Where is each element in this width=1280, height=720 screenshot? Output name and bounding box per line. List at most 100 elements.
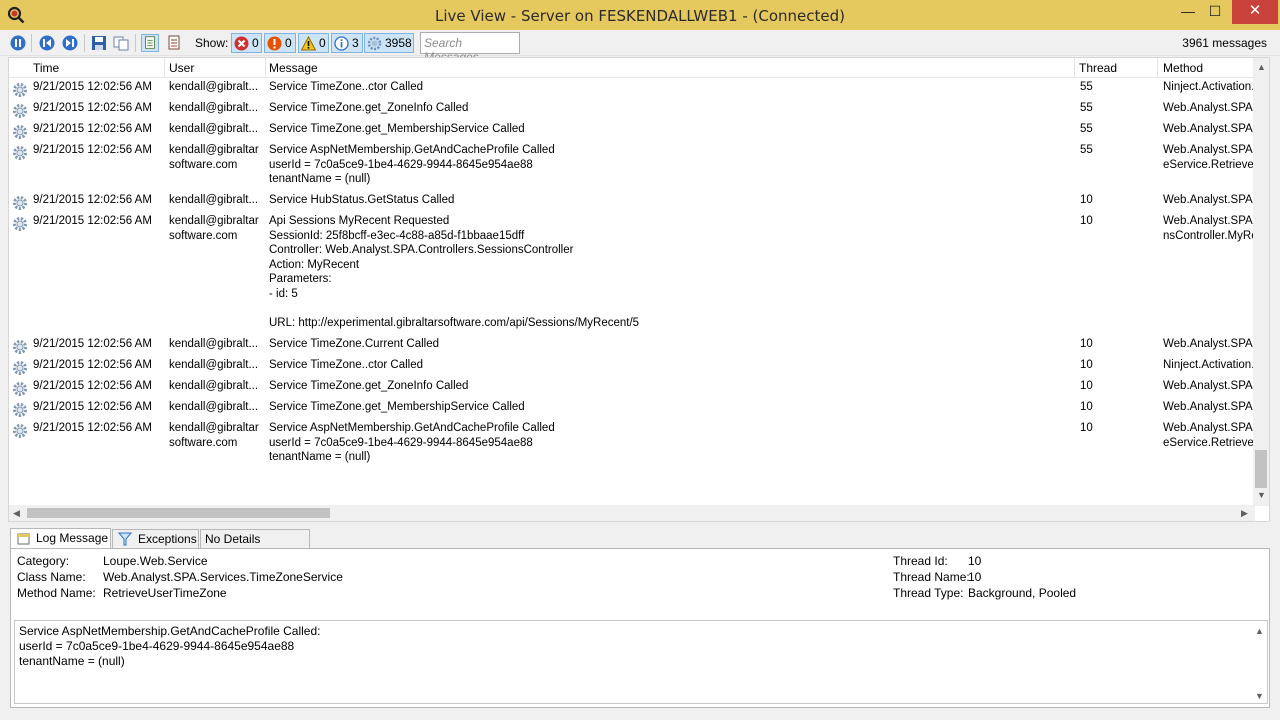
table-row[interactable]: 9/21/2015 12:02:56 AM kendall@gibraltar s… bbox=[9, 421, 1255, 469]
verbose-gear-icon bbox=[12, 82, 28, 98]
table-row[interactable]: 9/21/2015 12:02:56 AM kendall@gibralt... S… bbox=[9, 80, 1255, 99]
column-divider[interactable] bbox=[265, 58, 266, 78]
verbose-gear-icon bbox=[12, 103, 28, 119]
tab-label: Log Message bbox=[36, 531, 109, 545]
method-cell: Web.Analyst.SPA.C nsController.MyRe bbox=[1163, 215, 1255, 242]
method-cell: Web.Analyst.SPA.C bbox=[1163, 380, 1255, 392]
table-row[interactable]: 9/21/2015 12:02:56 AM kendall@gibralt... S… bbox=[9, 122, 1255, 141]
verbose-gear-icon bbox=[12, 402, 28, 418]
scroll-right-icon[interactable]: ▶ bbox=[1241, 508, 1248, 519]
column-header-method[interactable]: Method bbox=[1163, 61, 1203, 75]
filter-critical-toggle[interactable]: 0 bbox=[264, 33, 296, 53]
tab-log-message[interactable]: Log Message bbox=[10, 528, 111, 550]
pause-icon[interactable] bbox=[9, 34, 27, 52]
time-cell: 9/21/2015 12:02:56 AM bbox=[33, 359, 152, 371]
column-divider[interactable] bbox=[1157, 58, 1158, 78]
table-row[interactable]: 9/21/2015 12:02:56 AM kendall@gibraltar s… bbox=[9, 214, 1255, 334]
user-cell: kendall@gibraltar software.com bbox=[169, 422, 259, 449]
thread-cell: 55 bbox=[1080, 102, 1093, 114]
column-divider[interactable] bbox=[164, 58, 165, 78]
message-cell: Service TimeZone.get_MembershipService C… bbox=[269, 123, 525, 135]
table-row[interactable]: 9/21/2015 12:02:56 AM kendall@gibralt... S… bbox=[9, 358, 1255, 377]
verbose-count: 3958 bbox=[385, 36, 412, 50]
move-first-icon[interactable] bbox=[38, 34, 56, 52]
tab-exceptions[interactable]: Exceptions bbox=[112, 529, 199, 550]
column-header-thread[interactable]: Thread bbox=[1079, 61, 1117, 75]
column-divider[interactable] bbox=[1074, 58, 1075, 78]
thread-cell: 10 bbox=[1080, 215, 1093, 227]
tab-no-details[interactable]: No Details Available bbox=[200, 529, 310, 565]
thread-cell: 55 bbox=[1080, 81, 1093, 93]
user-cell: kendall@gibralt... bbox=[169, 338, 259, 350]
table-row[interactable]: 9/21/2015 12:02:56 AM kendall@gibralt... S… bbox=[9, 193, 1255, 212]
title-bar: Live View - Server on FESKENDALLWEB1 - (… bbox=[0, 0, 1280, 30]
table-row[interactable]: 9/21/2015 12:02:56 AM kendall@gibralt... S… bbox=[9, 379, 1255, 398]
method-cell: Web.Analyst.SPA.C bbox=[1163, 338, 1255, 350]
user-cell: kendall@gibralt... bbox=[169, 401, 259, 413]
time-cell: 9/21/2015 12:02:56 AM bbox=[33, 215, 152, 227]
column-header-time[interactable]: Time bbox=[33, 61, 59, 75]
column-header-user[interactable]: User bbox=[169, 61, 194, 75]
message-line: tenantName = (null) bbox=[19, 654, 125, 668]
message-cell: Service AspNetMembership.GetAndCacheProf… bbox=[269, 144, 555, 185]
search-input[interactable]: Search Messages bbox=[420, 32, 520, 64]
thread-cell: 55 bbox=[1080, 123, 1093, 135]
table-row[interactable]: 9/21/2015 12:02:56 AM kendall@gibralt... S… bbox=[9, 400, 1255, 419]
thread-cell: 55 bbox=[1080, 144, 1093, 156]
message-cell: Api Sessions MyRecent Requested SessionI… bbox=[269, 215, 640, 329]
toolbar-separator bbox=[84, 34, 85, 52]
message-line: userId = 7c0a5ce9-1be4-4629-9944-8645e95… bbox=[19, 639, 295, 653]
filter-info-toggle[interactable]: 3 bbox=[331, 33, 363, 53]
horizontal-scroll-thumb[interactable] bbox=[27, 508, 330, 518]
time-cell: 9/21/2015 12:02:56 AM bbox=[33, 102, 152, 114]
table-row[interactable]: 9/21/2015 12:02:56 AM kendall@gibralt... S… bbox=[9, 337, 1255, 356]
horizontal-scrollbar[interactable]: ◀ ▶ bbox=[9, 505, 1255, 521]
vertical-scrollbar[interactable]: ▲ ▼ bbox=[1253, 58, 1269, 506]
user-cell: kendall@gibralt... bbox=[169, 194, 259, 206]
table-row[interactable]: 9/21/2015 12:02:56 AM kendall@gibraltar s… bbox=[9, 143, 1255, 191]
show-details-icon[interactable] bbox=[141, 34, 159, 52]
thread-cell: 10 bbox=[1080, 401, 1093, 413]
message-cell: Service TimeZone..ctor Called bbox=[269, 359, 424, 371]
message-cell: Service HubStatus.GetStatus Called bbox=[269, 194, 455, 206]
toolbar-separator bbox=[135, 34, 136, 52]
class-name-value: Web.Analyst.SPA.Services.TimeZoneService bbox=[103, 570, 343, 584]
details-panel: Category: Loupe.Web.Service Class Name: … bbox=[10, 548, 1270, 708]
method-cell: Ninject.Activation. bbox=[1163, 81, 1255, 93]
scroll-left-icon[interactable]: ◀ bbox=[13, 508, 20, 519]
filter-verbose-toggle[interactable]: 3958 bbox=[364, 33, 414, 53]
copy-icon[interactable] bbox=[112, 34, 130, 52]
save-icon[interactable] bbox=[90, 34, 108, 52]
filter-warnings-toggle[interactable]: 0 bbox=[298, 33, 329, 53]
move-last-icon[interactable] bbox=[61, 34, 79, 52]
thread-type-label: Thread Type: bbox=[893, 586, 964, 600]
message-text-box[interactable]: Service AspNetMembership.GetAndCacheProf… bbox=[14, 620, 1268, 704]
time-cell: 9/21/2015 12:02:56 AM bbox=[33, 144, 152, 156]
method-cell: Web.Analyst.SPA.H bbox=[1163, 194, 1255, 206]
user-cell: kendall@gibralt... bbox=[169, 102, 259, 114]
thread-cell: 10 bbox=[1080, 380, 1093, 392]
message-vertical-scrollbar[interactable]: ▲ ▼ bbox=[1251, 621, 1267, 703]
verbose-gear-icon bbox=[12, 381, 28, 397]
thread-id-value: 10 bbox=[968, 554, 982, 568]
scroll-down-icon[interactable]: ▼ bbox=[1255, 689, 1264, 704]
column-header-message[interactable]: Message bbox=[269, 61, 318, 75]
table-row[interactable]: 9/21/2015 12:02:56 AM kendall@gibralt... S… bbox=[9, 101, 1255, 120]
scroll-up-icon[interactable]: ▲ bbox=[1255, 624, 1264, 639]
method-cell: Web.Analyst.SPA.S bbox=[1163, 123, 1255, 135]
close-button[interactable]: ✕ bbox=[1232, 0, 1278, 24]
grid-header: Time User Message Thread Method bbox=[9, 58, 1255, 78]
exceptions-filter-icon bbox=[118, 532, 132, 546]
time-cell: 9/21/2015 12:02:56 AM bbox=[33, 338, 152, 350]
time-cell: 9/21/2015 12:02:56 AM bbox=[33, 401, 152, 413]
thread-name-label: Thread Name: bbox=[893, 570, 970, 584]
vertical-scroll-thumb[interactable] bbox=[1255, 450, 1267, 488]
clear-log-icon[interactable] bbox=[165, 34, 183, 52]
info-icon bbox=[334, 36, 349, 51]
scroll-up-icon[interactable]: ▲ bbox=[1257, 62, 1266, 72]
scroll-down-icon[interactable]: ▼ bbox=[1257, 490, 1266, 500]
message-cell: Service TimeZone.get_ZoneInfo Called bbox=[269, 380, 469, 392]
maximize-button[interactable]: ☐ bbox=[1198, 0, 1232, 24]
method-name-label: Method Name: bbox=[17, 586, 96, 600]
filter-errors-toggle[interactable]: 0 bbox=[231, 33, 262, 53]
